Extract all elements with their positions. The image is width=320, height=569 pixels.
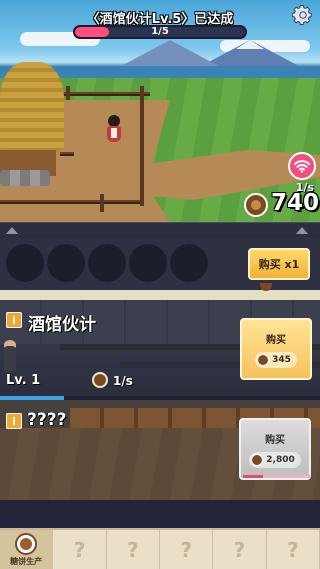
upgrade-slot[interactable] [129, 244, 167, 282]
quest-progress-text: 1/5 [151, 26, 169, 37]
buy-label: 购买 [266, 334, 286, 346]
business-progress-bar [243, 475, 311, 478]
buy-x1-button[interactable]: 购买 x1 [248, 248, 310, 280]
info-icon[interactable]: i [6, 413, 22, 429]
price-value: 345 [272, 354, 291, 365]
cookie-coin-icon [257, 353, 270, 366]
cookie-icon [15, 532, 38, 555]
cookie-coin-icon [244, 193, 268, 217]
info-icon[interactable]: i [6, 312, 22, 328]
bottom-tab-bar: 糖饼生产 ? ? ? ? ? [0, 528, 320, 569]
worker-sprite [4, 346, 16, 372]
business-rate: 1/s [113, 374, 133, 388]
tab-locked[interactable]: ? [213, 530, 267, 569]
cookie-coin-icon [251, 453, 264, 466]
tab-locked[interactable]: ? [267, 530, 320, 569]
price-value: 2,800 [266, 454, 295, 465]
upgrade-slot[interactable] [88, 244, 126, 282]
chevron-up-icon [296, 227, 308, 234]
price-pill: 2,800 [249, 451, 301, 468]
cookie-coin-icon [92, 372, 108, 388]
fence-post [140, 86, 144, 206]
wifi-icon[interactable] [288, 152, 316, 180]
villager-apron [111, 128, 117, 138]
fence-post [100, 194, 104, 212]
business-name: 酒馆伙计 [28, 315, 96, 335]
scrolled-card-edge [0, 290, 320, 300]
buy-tavern-button[interactable]: 购买 345 [240, 318, 312, 380]
chevron-up-icon [6, 227, 18, 234]
tab-label: 糖饼生产 [10, 556, 43, 566]
tab-locked[interactable]: ? [160, 530, 214, 569]
list-bottom-space [0, 500, 320, 528]
stone-pile [0, 170, 50, 186]
coin-count: 740 [271, 190, 320, 216]
business-level: Lv. 1 [6, 373, 41, 388]
upgrade-slot[interactable] [170, 244, 208, 282]
upgrade-slot[interactable] [6, 244, 44, 282]
price-pill: 345 [255, 351, 297, 368]
upgrade-slot[interactable] [47, 244, 85, 282]
tab-cookie-production[interactable]: 糖饼生产 [0, 530, 54, 569]
business-progress-fill [243, 475, 264, 478]
drawer-handle[interactable] [0, 222, 320, 238]
fence [0, 200, 140, 204]
business-name: ???? [27, 410, 67, 430]
fence-post [66, 86, 70, 100]
tab-locked[interactable]: ? [53, 530, 107, 569]
hut-roof [0, 62, 64, 152]
fence [60, 152, 74, 156]
quest-progress-bar[interactable]: 1/5 [73, 25, 247, 39]
buy-locked-button[interactable]: 购买 2,800 [239, 418, 311, 480]
fence [60, 92, 150, 96]
tab-locked[interactable]: ? [107, 530, 160, 569]
buy-label: 购买 [265, 434, 285, 446]
gear-icon[interactable] [292, 4, 314, 26]
